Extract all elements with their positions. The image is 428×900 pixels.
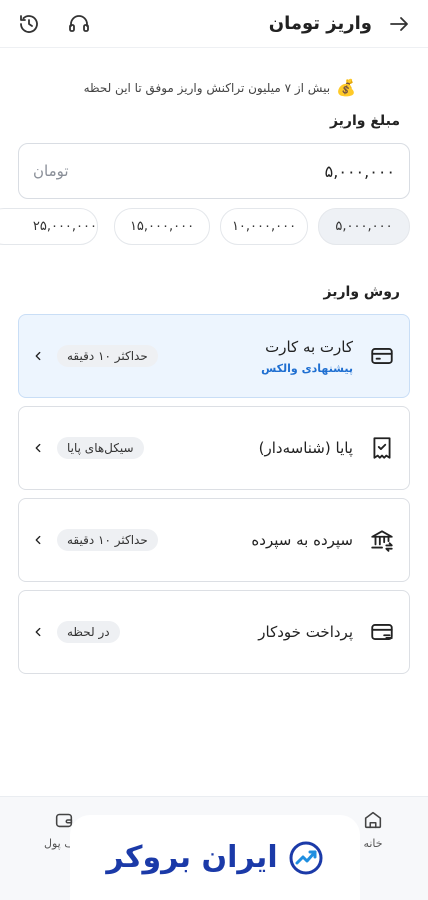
preset-chip[interactable]: ۱۵,۰۰۰,۰۰۰: [114, 208, 210, 245]
back-arrow-icon[interactable]: [386, 11, 412, 37]
methods-label: روش واریز: [323, 284, 400, 300]
method-auto-pay[interactable]: پرداخت خودکار در لحظه: [18, 590, 410, 674]
method-paya[interactable]: پایا (شناسه‌دار) سیکل‌های پایا: [18, 406, 410, 490]
preset-chip[interactable]: ۲۵,۰۰۰,۰۰۰: [0, 208, 98, 245]
method-deposit-to-deposit[interactable]: سپرده به سپرده حداکثر ۱۰ دقیقه: [18, 498, 410, 582]
nav-label: خانه: [363, 837, 383, 850]
chevron-left-icon: [31, 625, 45, 639]
promo-text: بیش از ۷ میلیون تراکنش واریز موفق تا این…: [83, 80, 331, 95]
header-actions: [16, 11, 92, 37]
method-badge: سیکل‌های پایا: [57, 437, 144, 459]
method-badge: حداکثر ۱۰ دقیقه: [57, 529, 158, 551]
receipt-check-icon: [367, 433, 397, 463]
method-text: پایا (شناسه‌دار): [144, 439, 353, 457]
history-icon[interactable]: [16, 11, 42, 37]
amount-label: مبلغ واریز: [329, 113, 400, 129]
chart-up-icon: [289, 841, 323, 874]
method-text: سپرده به سپرده: [158, 531, 353, 549]
auto-pay-card-icon: [367, 617, 397, 647]
method-title: سپرده به سپرده: [251, 531, 353, 549]
page-title: واریز تومان: [268, 13, 372, 34]
method-badge: در لحظه: [57, 621, 120, 643]
method-title: کارت به کارت: [265, 337, 353, 356]
chevron-left-icon: [31, 349, 45, 363]
chevron-left-icon: [31, 441, 45, 455]
headset-support-icon[interactable]: [66, 11, 92, 37]
method-badge: حداکثر ۱۰ دقیقه: [57, 345, 158, 367]
preset-chip[interactable]: ۵,۰۰۰,۰۰۰: [318, 208, 410, 245]
amount-value: ۵,۰۰۰,۰۰۰: [324, 161, 395, 181]
method-title: پایا (شناسه‌دار): [258, 439, 353, 457]
chevron-left-icon: [31, 533, 45, 547]
amount-unit: تومان: [33, 162, 69, 180]
bank-transfer-icon: [367, 525, 397, 555]
method-subtitle: پیشنهادی والکس: [261, 361, 353, 375]
method-title: پرداخت خودکار: [258, 623, 353, 641]
watermark-logo: ایران بروکر: [70, 815, 360, 900]
home-icon: [364, 811, 382, 829]
method-card-to-card[interactable]: کارت به کارت پیشنهادی والکس حداکثر ۱۰ دق…: [18, 314, 410, 398]
money-bag-icon: 💰: [336, 78, 356, 97]
amount-input[interactable]: ۵,۰۰۰,۰۰۰ تومان: [18, 143, 410, 199]
amount-presets: ۵,۰۰۰,۰۰۰ ۱۰,۰۰۰,۰۰۰ ۱۵,۰۰۰,۰۰۰ ۲۵,۰۰۰,۰…: [0, 208, 428, 246]
credit-card-icon: [367, 341, 397, 371]
preset-chip[interactable]: ۱۰,۰۰۰,۰۰۰: [220, 208, 308, 245]
method-text: کارت به کارت پیشنهادی والکس: [158, 338, 353, 375]
header: واریز تومان: [0, 0, 428, 48]
header-title-group: واریز تومان: [269, 11, 412, 37]
nav-item-home[interactable]: خانه: [362, 809, 384, 850]
promo-banner: 💰 بیش از ۷ میلیون تراکنش واریز موفق تا ا…: [56, 78, 356, 97]
watermark-text: ایران بروکر: [106, 840, 278, 875]
method-text: پرداخت خودکار: [120, 623, 353, 641]
